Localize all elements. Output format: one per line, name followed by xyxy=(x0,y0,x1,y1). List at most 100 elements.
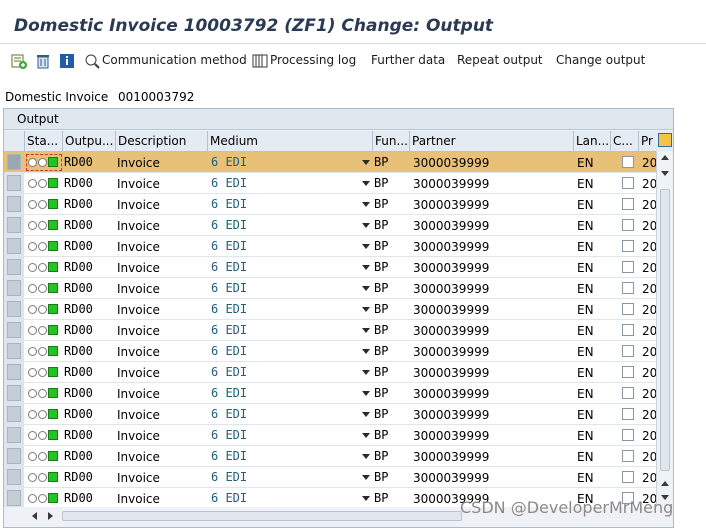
cell-language[interactable]: EN xyxy=(577,219,594,233)
cell-partner[interactable]: 3000039999 xyxy=(413,261,489,275)
row-selector[interactable] xyxy=(7,343,21,359)
cell-language[interactable]: EN xyxy=(577,408,594,422)
medium-dropdown-arrow-icon[interactable] xyxy=(362,181,370,186)
changed-checkbox[interactable] xyxy=(622,366,634,378)
changed-checkbox[interactable] xyxy=(622,156,634,168)
cell-function[interactable]: BP xyxy=(374,302,388,316)
cell-function[interactable]: BP xyxy=(374,344,388,358)
changed-checkbox[interactable] xyxy=(622,345,634,357)
medium-dropdown-arrow-icon[interactable] xyxy=(362,244,370,249)
cell-function[interactable]: BP xyxy=(374,260,388,274)
row-selector[interactable] xyxy=(7,196,21,212)
cell-medium[interactable]: 6 EDI xyxy=(211,155,247,169)
table-row[interactable]: RD00 Invoice 6 EDI BP 3000039999 EN 20 xyxy=(4,362,673,383)
cell-medium[interactable]: 6 EDI xyxy=(211,302,247,316)
changed-checkbox[interactable] xyxy=(622,450,634,462)
cell-partner[interactable]: 3000039999 xyxy=(413,219,489,233)
cell-output-type[interactable]: RD00 xyxy=(64,386,93,400)
medium-dropdown-arrow-icon[interactable] xyxy=(362,475,370,480)
cell-language[interactable]: EN xyxy=(577,471,594,485)
table-row[interactable]: RD00 Invoice 6 EDI BP 3000039999 EN 20 xyxy=(4,173,673,194)
table-row[interactable]: RD00 Invoice 6 EDI BP 3000039999 EN 20 xyxy=(4,257,673,278)
vertical-scroll-thumb[interactable] xyxy=(660,189,670,471)
cell-function[interactable]: BP xyxy=(374,239,388,253)
new-entry-icon[interactable] xyxy=(10,52,28,70)
medium-dropdown-arrow-icon[interactable] xyxy=(362,349,370,354)
cell-function[interactable]: BP xyxy=(374,449,388,463)
medium-dropdown-arrow-icon[interactable] xyxy=(362,391,370,396)
cell-language[interactable]: EN xyxy=(577,324,594,338)
cell-language[interactable]: EN xyxy=(577,429,594,443)
cell-output-type[interactable]: RD00 xyxy=(64,323,93,337)
cell-language[interactable]: EN xyxy=(577,282,594,296)
cell-output-type[interactable]: RD00 xyxy=(64,407,93,421)
changed-checkbox[interactable] xyxy=(622,387,634,399)
scroll-right-arrow-icon[interactable] xyxy=(48,512,53,520)
cell-language[interactable]: EN xyxy=(577,387,594,401)
cell-output-type[interactable]: RD00 xyxy=(64,281,93,295)
row-selector[interactable] xyxy=(7,280,21,296)
vertical-scrollbar[interactable] xyxy=(656,151,673,507)
cell-language[interactable]: EN xyxy=(577,366,594,380)
cell-output-type[interactable]: RD00 xyxy=(64,491,93,505)
cell-output-type[interactable]: RD00 xyxy=(64,176,93,190)
medium-dropdown-arrow-icon[interactable] xyxy=(362,496,370,501)
row-selector[interactable] xyxy=(7,448,21,464)
cell-partner[interactable]: 3000039999 xyxy=(413,240,489,254)
changed-checkbox[interactable] xyxy=(622,177,634,189)
cell-output-type[interactable]: RD00 xyxy=(64,155,93,169)
row-selector[interactable] xyxy=(7,238,21,254)
processing-log-button[interactable]: Processing log xyxy=(270,53,356,67)
cell-medium[interactable]: 6 EDI xyxy=(211,470,247,484)
column-header-language[interactable]: Lan... xyxy=(573,131,610,152)
medium-dropdown-arrow-icon[interactable] xyxy=(362,265,370,270)
cell-function[interactable]: BP xyxy=(374,365,388,379)
cell-output-type[interactable]: RD00 xyxy=(64,449,93,463)
cell-function[interactable]: BP xyxy=(374,218,388,232)
table-row[interactable]: RD00 Invoice 6 EDI BP 3000039999 EN 20 xyxy=(4,299,673,320)
cell-medium[interactable]: 6 EDI xyxy=(211,428,247,442)
medium-dropdown-arrow-icon[interactable] xyxy=(362,286,370,291)
cell-partner[interactable]: 3000039999 xyxy=(413,471,489,485)
cell-output-type[interactable]: RD00 xyxy=(64,470,93,484)
cell-output-type[interactable]: RD00 xyxy=(64,428,93,442)
table-row[interactable]: RD00 Invoice 6 EDI BP 3000039999 EN 20 xyxy=(4,320,673,341)
changed-checkbox[interactable] xyxy=(622,282,634,294)
cell-partner[interactable]: 3000039999 xyxy=(413,177,489,191)
cell-medium[interactable]: 6 EDI xyxy=(211,386,247,400)
medium-dropdown-arrow-icon[interactable] xyxy=(362,202,370,207)
column-header-status[interactable]: Sta... xyxy=(24,131,62,152)
medium-dropdown-arrow-icon[interactable] xyxy=(362,412,370,417)
cell-function[interactable]: BP xyxy=(374,281,388,295)
cell-function[interactable]: BP xyxy=(374,197,388,211)
cell-medium[interactable]: 6 EDI xyxy=(211,323,247,337)
cell-medium[interactable]: 6 EDI xyxy=(211,491,247,505)
cell-partner[interactable]: 3000039999 xyxy=(413,282,489,296)
scroll-down-arrow-icon[interactable] xyxy=(661,171,669,176)
table-row[interactable]: RD00 Invoice 6 EDI BP 3000039999 EN 20 xyxy=(4,425,673,446)
horizontal-scroll-thumb[interactable] xyxy=(62,511,462,521)
cell-partner[interactable]: 3000039999 xyxy=(413,450,489,464)
cell-output-type[interactable]: RD00 xyxy=(64,239,93,253)
cell-medium[interactable]: 6 EDI xyxy=(211,344,247,358)
row-selector[interactable] xyxy=(7,217,21,233)
cell-function[interactable]: BP xyxy=(374,470,388,484)
cell-partner[interactable]: 3000039999 xyxy=(413,366,489,380)
scroll-left-arrow-icon[interactable] xyxy=(32,512,37,520)
table-row[interactable]: RD00 Invoice 6 EDI BP 3000039999 EN 20 xyxy=(4,215,673,236)
cell-language[interactable]: EN xyxy=(577,345,594,359)
cell-function[interactable]: BP xyxy=(374,323,388,337)
info-icon[interactable] xyxy=(58,52,76,70)
row-selector[interactable] xyxy=(7,469,21,485)
column-header-medium[interactable]: Medium xyxy=(207,131,372,152)
row-selector[interactable] xyxy=(7,364,21,380)
medium-dropdown-arrow-icon[interactable] xyxy=(362,160,370,165)
medium-dropdown-arrow-icon[interactable] xyxy=(362,328,370,333)
column-header-partner[interactable]: Partner xyxy=(409,131,573,152)
cell-function[interactable]: BP xyxy=(374,155,388,169)
row-selector[interactable] xyxy=(7,259,21,275)
cell-language[interactable]: EN xyxy=(577,261,594,275)
cell-medium[interactable]: 6 EDI xyxy=(211,449,247,463)
changed-checkbox[interactable] xyxy=(622,219,634,231)
column-header-function[interactable]: Fun... xyxy=(372,131,409,152)
